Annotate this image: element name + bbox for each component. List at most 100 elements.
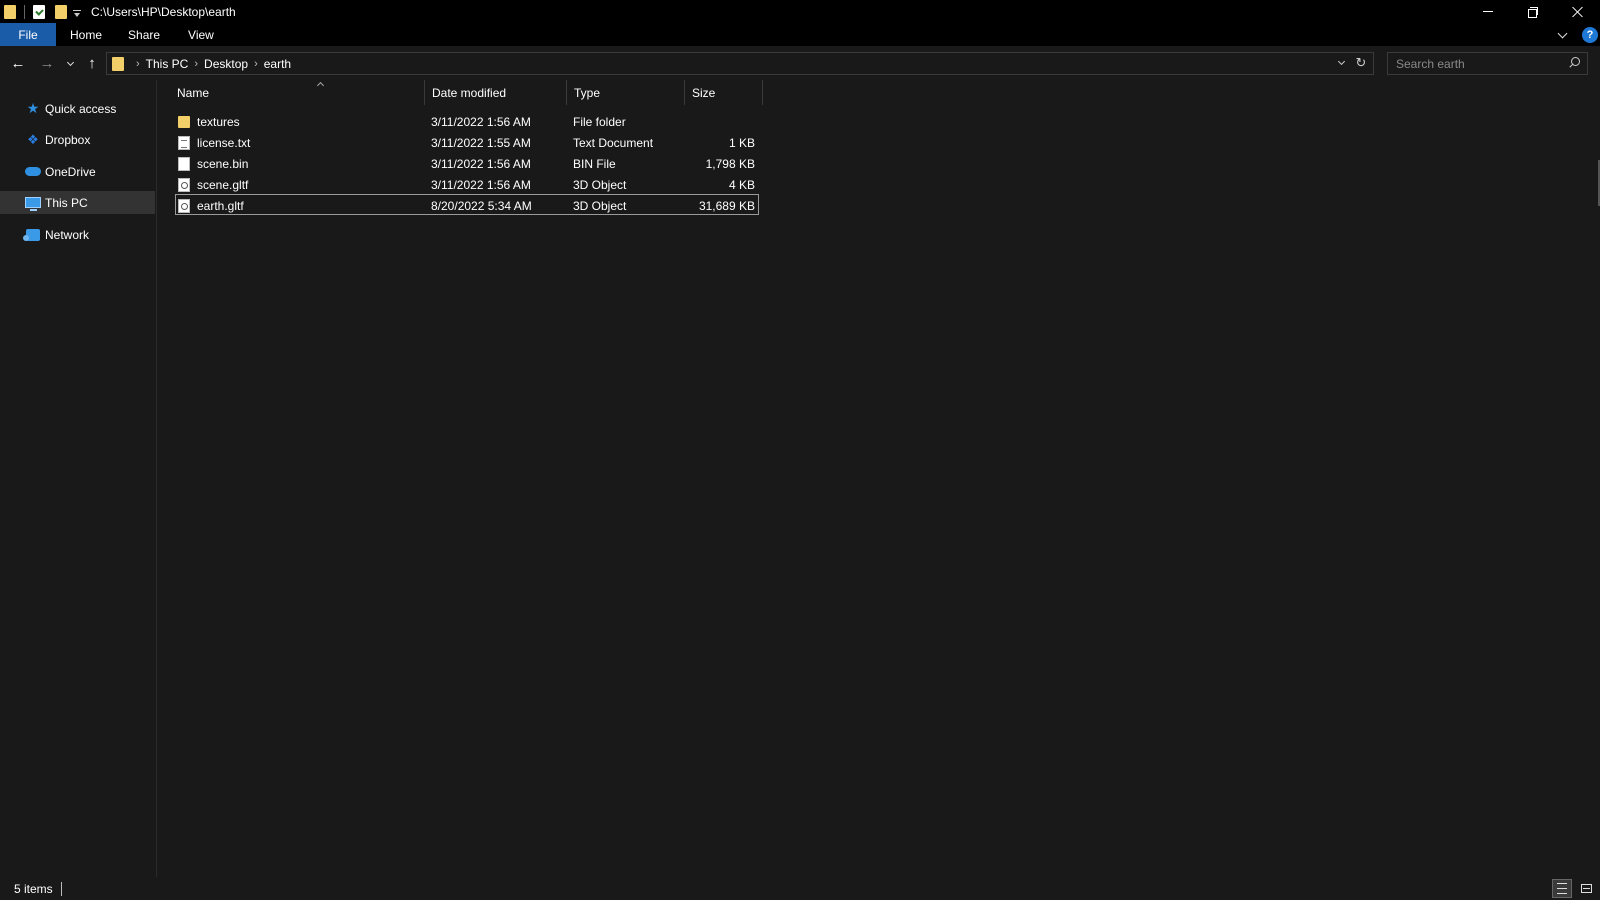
sidebar-item-dropbox[interactable]: ❖ Dropbox [0, 128, 155, 151]
new-folder-icon[interactable] [55, 4, 67, 19]
star-icon: ★ [26, 100, 40, 116]
folder-icon [178, 115, 190, 128]
table-row[interactable]: scene.bin 3/11/2022 1:56 AM BIN File 1,7… [175, 153, 759, 174]
minimize-button[interactable] [1465, 0, 1510, 23]
file-size: 31,689 KB [698, 198, 755, 213]
back-arrow-icon[interactable]: ← [9, 54, 27, 72]
help-icon[interactable]: ? [1582, 26, 1598, 43]
file-list: Name Date modified Type Size textures 3/… [157, 80, 1600, 877]
breadcrumb-desktop[interactable]: Desktop [204, 57, 248, 71]
column-label: Date modified [432, 85, 507, 100]
title-bar: C:\Users\HP\Desktop\earth [0, 0, 1600, 23]
large-icons-view-icon [1580, 884, 1592, 893]
file-date: 3/11/2022 1:56 AM [431, 156, 531, 171]
minimize-icon [1482, 11, 1493, 12]
column-header-type[interactable]: Type [574, 80, 682, 105]
sidebar-item-label: This PC [45, 195, 88, 210]
up-arrow-icon[interactable]: ↑ [83, 54, 101, 72]
column-header-name[interactable]: Name [177, 80, 422, 105]
address-history-chevron-down-icon[interactable] [1338, 59, 1346, 67]
recent-locations-chevron-down-icon[interactable] [67, 60, 75, 68]
navigation-pane: ★ Quick access ❖ Dropbox OneDrive This P… [0, 80, 157, 877]
chevron-right-icon[interactable]: › [136, 58, 140, 70]
file-type: BIN File [573, 156, 616, 171]
file-date: 3/11/2022 1:56 AM [431, 114, 531, 129]
file-date: 3/11/2022 1:55 AM [431, 135, 531, 150]
column-header-size[interactable]: Size [692, 80, 762, 105]
details-view-icon [1557, 883, 1567, 894]
forward-arrow-icon[interactable]: → [38, 54, 56, 72]
breadcrumb-earth[interactable]: earth [264, 57, 291, 71]
3d-object-icon [178, 177, 190, 192]
breadcrumb-this-pc[interactable]: This PC [146, 57, 189, 71]
item-count: 5 items [14, 881, 53, 896]
column-divider[interactable] [566, 80, 567, 105]
sidebar-item-quick-access[interactable]: ★ Quick access [0, 97, 155, 120]
column-header-date-modified[interactable]: Date modified [432, 80, 565, 105]
tab-view[interactable]: View [174, 23, 228, 46]
status-bar: 5 items [0, 877, 1600, 900]
close-button[interactable] [1555, 0, 1600, 23]
restore-button[interactable] [1510, 0, 1555, 23]
file-name: earth.gltf [197, 198, 244, 213]
column-divider[interactable] [684, 80, 685, 105]
tab-file[interactable]: File [0, 23, 56, 46]
computer-icon [25, 195, 41, 211]
3d-object-icon [178, 198, 190, 213]
sort-ascending-icon [316, 80, 324, 88]
restore-icon [1527, 6, 1538, 18]
text-file-icon [178, 135, 190, 150]
file-size: 1,798 KB [705, 156, 755, 171]
column-divider[interactable] [762, 80, 763, 105]
sidebar-item-label: OneDrive [45, 164, 96, 179]
table-row-focused[interactable]: earth.gltf 8/20/2022 5:34 AM 3D Object 3… [175, 194, 759, 215]
chevron-right-icon[interactable]: › [254, 58, 258, 70]
ribbon-tabs: File Home Share View ? [0, 23, 1600, 46]
window-title: C:\Users\HP\Desktop\earth [91, 4, 236, 19]
navigation-bar: ← → ↑ › This PC › Desktop › earth ↻ [0, 46, 1600, 80]
sidebar-item-onedrive[interactable]: OneDrive [0, 160, 155, 183]
expand-ribbon-chevron-down-icon[interactable] [1558, 30, 1568, 40]
file-name: scene.gltf [197, 177, 249, 192]
file-name: textures [197, 114, 240, 129]
column-label: Size [692, 85, 716, 100]
search-input[interactable] [1388, 56, 1558, 71]
tab-share[interactable]: Share [114, 23, 174, 46]
file-type: 3D Object [573, 177, 627, 192]
ribbon-right-controls: ? [1558, 23, 1600, 46]
details-view-button[interactable] [1552, 879, 1572, 898]
file-type: Text Document [573, 135, 654, 150]
search-icon[interactable] [1568, 57, 1580, 69]
file-type: File folder [573, 114, 626, 129]
column-divider[interactable] [424, 80, 425, 105]
column-label: Name [177, 85, 210, 100]
toolbar-divider [24, 4, 25, 19]
network-icon [23, 227, 41, 243]
sidebar-item-this-pc[interactable]: This PC [0, 191, 155, 214]
table-row[interactable]: license.txt 3/11/2022 1:55 AM Text Docum… [175, 132, 759, 153]
search-box [1387, 52, 1588, 75]
file-size: 1 KB [728, 135, 755, 150]
file-size: 4 KB [728, 177, 755, 192]
sidebar-item-network[interactable]: Network [0, 223, 155, 246]
folder-icon[interactable] [4, 4, 16, 19]
dropbox-icon: ❖ [27, 131, 39, 147]
customize-toolbar-dropdown-icon[interactable] [73, 6, 81, 18]
file-type: 3D Object [573, 198, 627, 213]
large-icons-view-button[interactable] [1576, 879, 1596, 898]
folder-icon [112, 56, 124, 71]
file-name: license.txt [197, 135, 251, 150]
refresh-icon[interactable]: ↻ [1354, 55, 1368, 70]
address-bar[interactable]: › This PC › Desktop › earth ↻ [106, 52, 1374, 75]
chevron-right-icon[interactable]: › [194, 58, 198, 70]
file-date: 8/20/2022 5:34 AM [431, 198, 532, 213]
properties-icon[interactable] [33, 4, 45, 19]
vertical-scrollbar[interactable] [1596, 80, 1600, 877]
view-toggle [1548, 879, 1596, 898]
table-row[interactable]: scene.gltf 3/11/2022 1:56 AM 3D Object 4… [175, 174, 759, 195]
tab-home[interactable]: Home [56, 23, 114, 46]
file-date: 3/11/2022 1:56 AM [431, 177, 531, 192]
sidebar-item-label: Quick access [45, 101, 117, 116]
sidebar-item-label: Network [45, 227, 90, 242]
table-row[interactable]: textures 3/11/2022 1:56 AM File folder [175, 111, 759, 132]
